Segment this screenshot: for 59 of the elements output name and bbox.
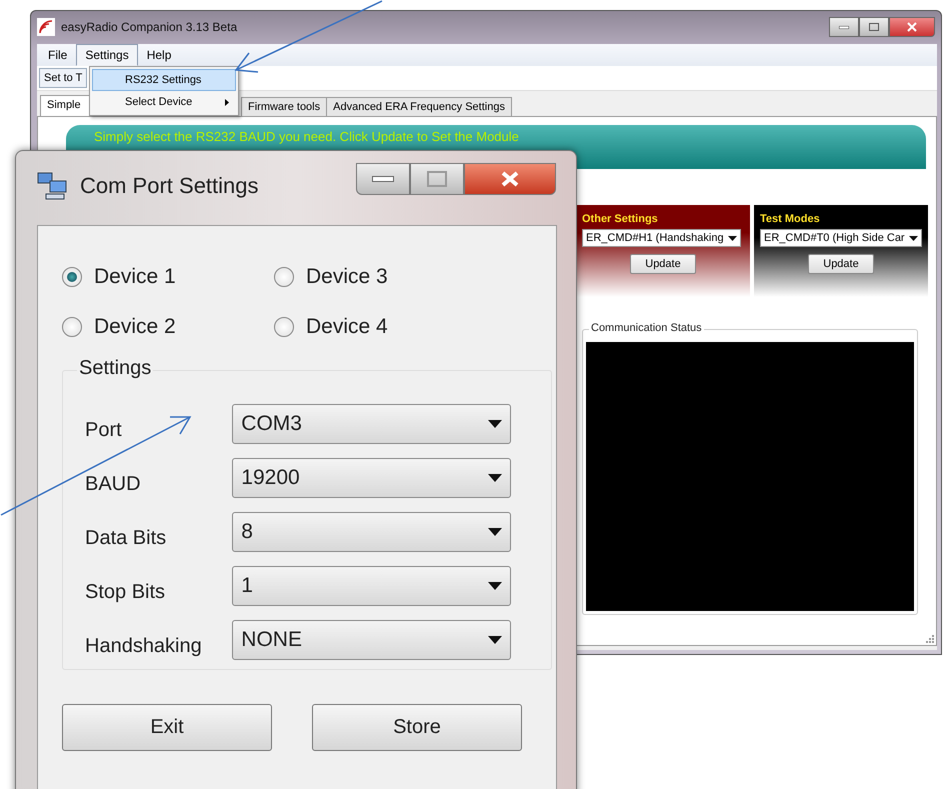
minimize-button[interactable] (356, 163, 410, 195)
menu-item[interactable]: Help (138, 44, 180, 66)
radio-button[interactable] (274, 317, 294, 337)
update-button[interactable]: Update (808, 254, 874, 274)
group-title: Communication Status (589, 322, 704, 334)
dropdown-arrow-icon (488, 582, 502, 590)
dropdown-arrow-icon (728, 236, 737, 240)
dialog-title: Com Port Settings (80, 173, 259, 199)
dropdown[interactable]: NONE (232, 620, 511, 660)
device-radio[interactable]: Device 2 (62, 302, 274, 352)
dropdown[interactable]: 8 (232, 512, 511, 552)
panel-title: Other Settings (582, 213, 658, 225)
dialog-button[interactable]: Store (312, 704, 522, 751)
minimize-icon (372, 176, 394, 182)
menu-item[interactable]: RS232 Settings (92, 69, 236, 91)
field-label: Port (85, 418, 123, 442)
dropdown-arrow-icon (908, 236, 918, 240)
dropdown[interactable]: COM3 (232, 404, 511, 444)
maximize-button[interactable] (410, 163, 464, 195)
maximize-icon (869, 23, 879, 31)
group-title: Settings (77, 357, 154, 380)
dropdown-arrow-icon (488, 420, 502, 428)
field-label: Data Bits (85, 526, 168, 550)
maximize-icon (427, 171, 447, 187)
menu-item[interactable]: File (39, 44, 76, 66)
tab[interactable]: Firmware tools (241, 97, 328, 116)
tab[interactable]: Advanced ERA Frequency Settings (326, 97, 512, 116)
window-title: easyRadio Companion 3.13 Beta (61, 20, 238, 34)
close-icon (501, 171, 519, 187)
submenu-arrow-icon (225, 98, 229, 106)
close-button[interactable] (464, 163, 556, 195)
update-button[interactable]: Update (630, 254, 696, 274)
close-button[interactable] (889, 17, 935, 37)
device-radio[interactable]: Device 3 (274, 252, 474, 302)
dropdown-arrow-icon (488, 474, 502, 482)
device-radio[interactable]: Device 4 (274, 302, 474, 352)
toolbar-button[interactable]: Set to T (39, 68, 88, 88)
radio-button[interactable] (62, 317, 82, 337)
dropdown[interactable]: 1 (232, 566, 511, 606)
dropdown[interactable]: ER_CMD#T0 (High Side Car (760, 229, 922, 247)
app-logo-icon (37, 18, 55, 36)
radio-button[interactable] (62, 267, 82, 287)
dropdown-arrow-icon (488, 528, 502, 536)
dropdown[interactable]: 19200 (232, 458, 511, 498)
radio-button[interactable] (274, 267, 294, 287)
field-label: BAUD (85, 472, 142, 496)
dropdown-arrow-icon (488, 636, 502, 644)
close-icon (907, 22, 917, 32)
dialog-button[interactable]: Exit (62, 704, 272, 751)
dropdown[interactable]: ER_CMD#H1 (Handshaking (582, 229, 741, 247)
panel-title: Test Modes (760, 213, 820, 225)
device-radio[interactable]: Device 1 (62, 252, 274, 302)
resize-grip-icon[interactable] (924, 633, 934, 643)
field-label: Stop Bits (85, 580, 166, 604)
menu-item[interactable]: Settings (76, 44, 138, 66)
minimize-button[interactable] (829, 17, 859, 37)
minimize-icon (839, 26, 849, 28)
maximize-button[interactable] (859, 17, 889, 37)
field-label: Handshaking (85, 634, 203, 658)
